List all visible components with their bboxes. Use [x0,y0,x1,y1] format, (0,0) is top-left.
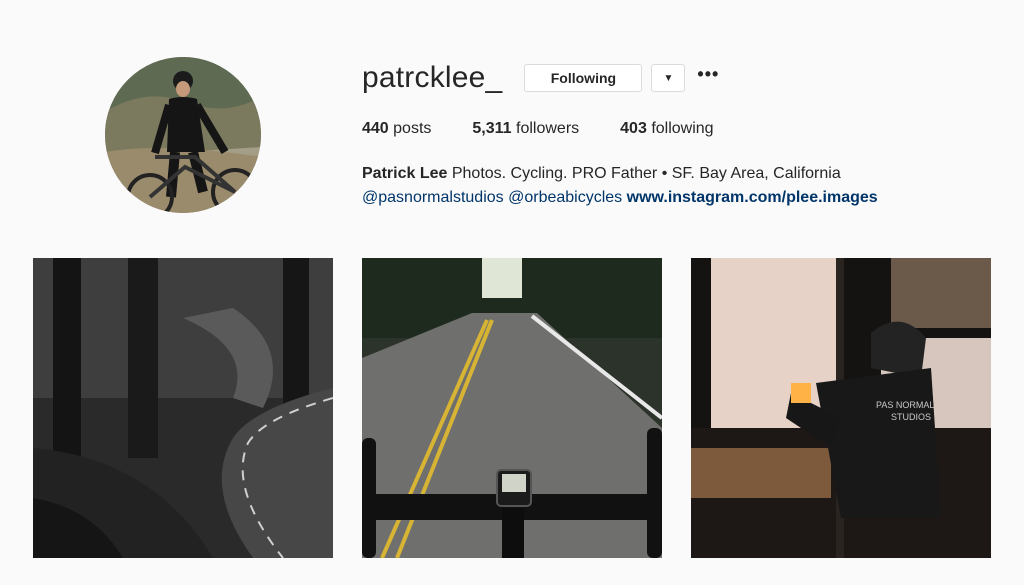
following-button[interactable]: Following [524,64,643,92]
posts-stat[interactable]: 440 posts [362,120,431,138]
post-handlebars[interactable] [362,258,662,558]
post-forest-road[interactable] [33,258,333,558]
posts-count: 440 [362,120,389,137]
more-options-icon[interactable]: ••• [697,65,719,83]
following-count: 403 [620,120,647,137]
chevron-down-icon: ▼ [663,72,674,84]
posts-label: posts [393,120,432,137]
post-image [33,258,333,558]
post-image [362,258,662,558]
mention-orbeabicycles[interactable]: @orbeabicycles [508,189,622,206]
bio-text: Photos. Cycling. PRO Father • SF. Bay Ar… [451,165,841,182]
post-jersey-text-1: PAS NORMAL [876,400,934,410]
post-jersey-text-2: STUDIOS [891,412,931,422]
following-label: following [651,120,714,137]
profile-header: patrcklee_ Following ▼ ••• 440 posts 5,3… [362,60,984,206]
follow-dropdown-button[interactable]: ▼ [651,64,686,92]
full-name: Patrick Lee [362,165,448,182]
followers-stat[interactable]: 5,311 followers [472,120,579,138]
mention-pasnormalstudios[interactable]: @pasnormalstudios [362,189,504,206]
post-coffee-window[interactable]: PAS NORMAL STUDIOS [691,258,991,558]
username: patrcklee_ [362,61,503,94]
post-image: PAS NORMAL STUDIOS [691,258,991,558]
followers-label: followers [516,120,580,137]
profile-bio: Patrick Lee Photos. Cycling. PRO Father … [362,162,878,210]
website-link[interactable]: www.instagram.com/plee.images [627,189,878,206]
following-stat[interactable]: 403 following [620,120,713,138]
profile-stats: 440 posts 5,311 followers 403 following [362,120,755,138]
profile-avatar[interactable] [105,57,261,213]
followers-count: 5,311 [472,120,512,137]
posts-grid: PAS NORMAL STUDIOS [33,258,1020,558]
avatar-photo [105,57,261,213]
